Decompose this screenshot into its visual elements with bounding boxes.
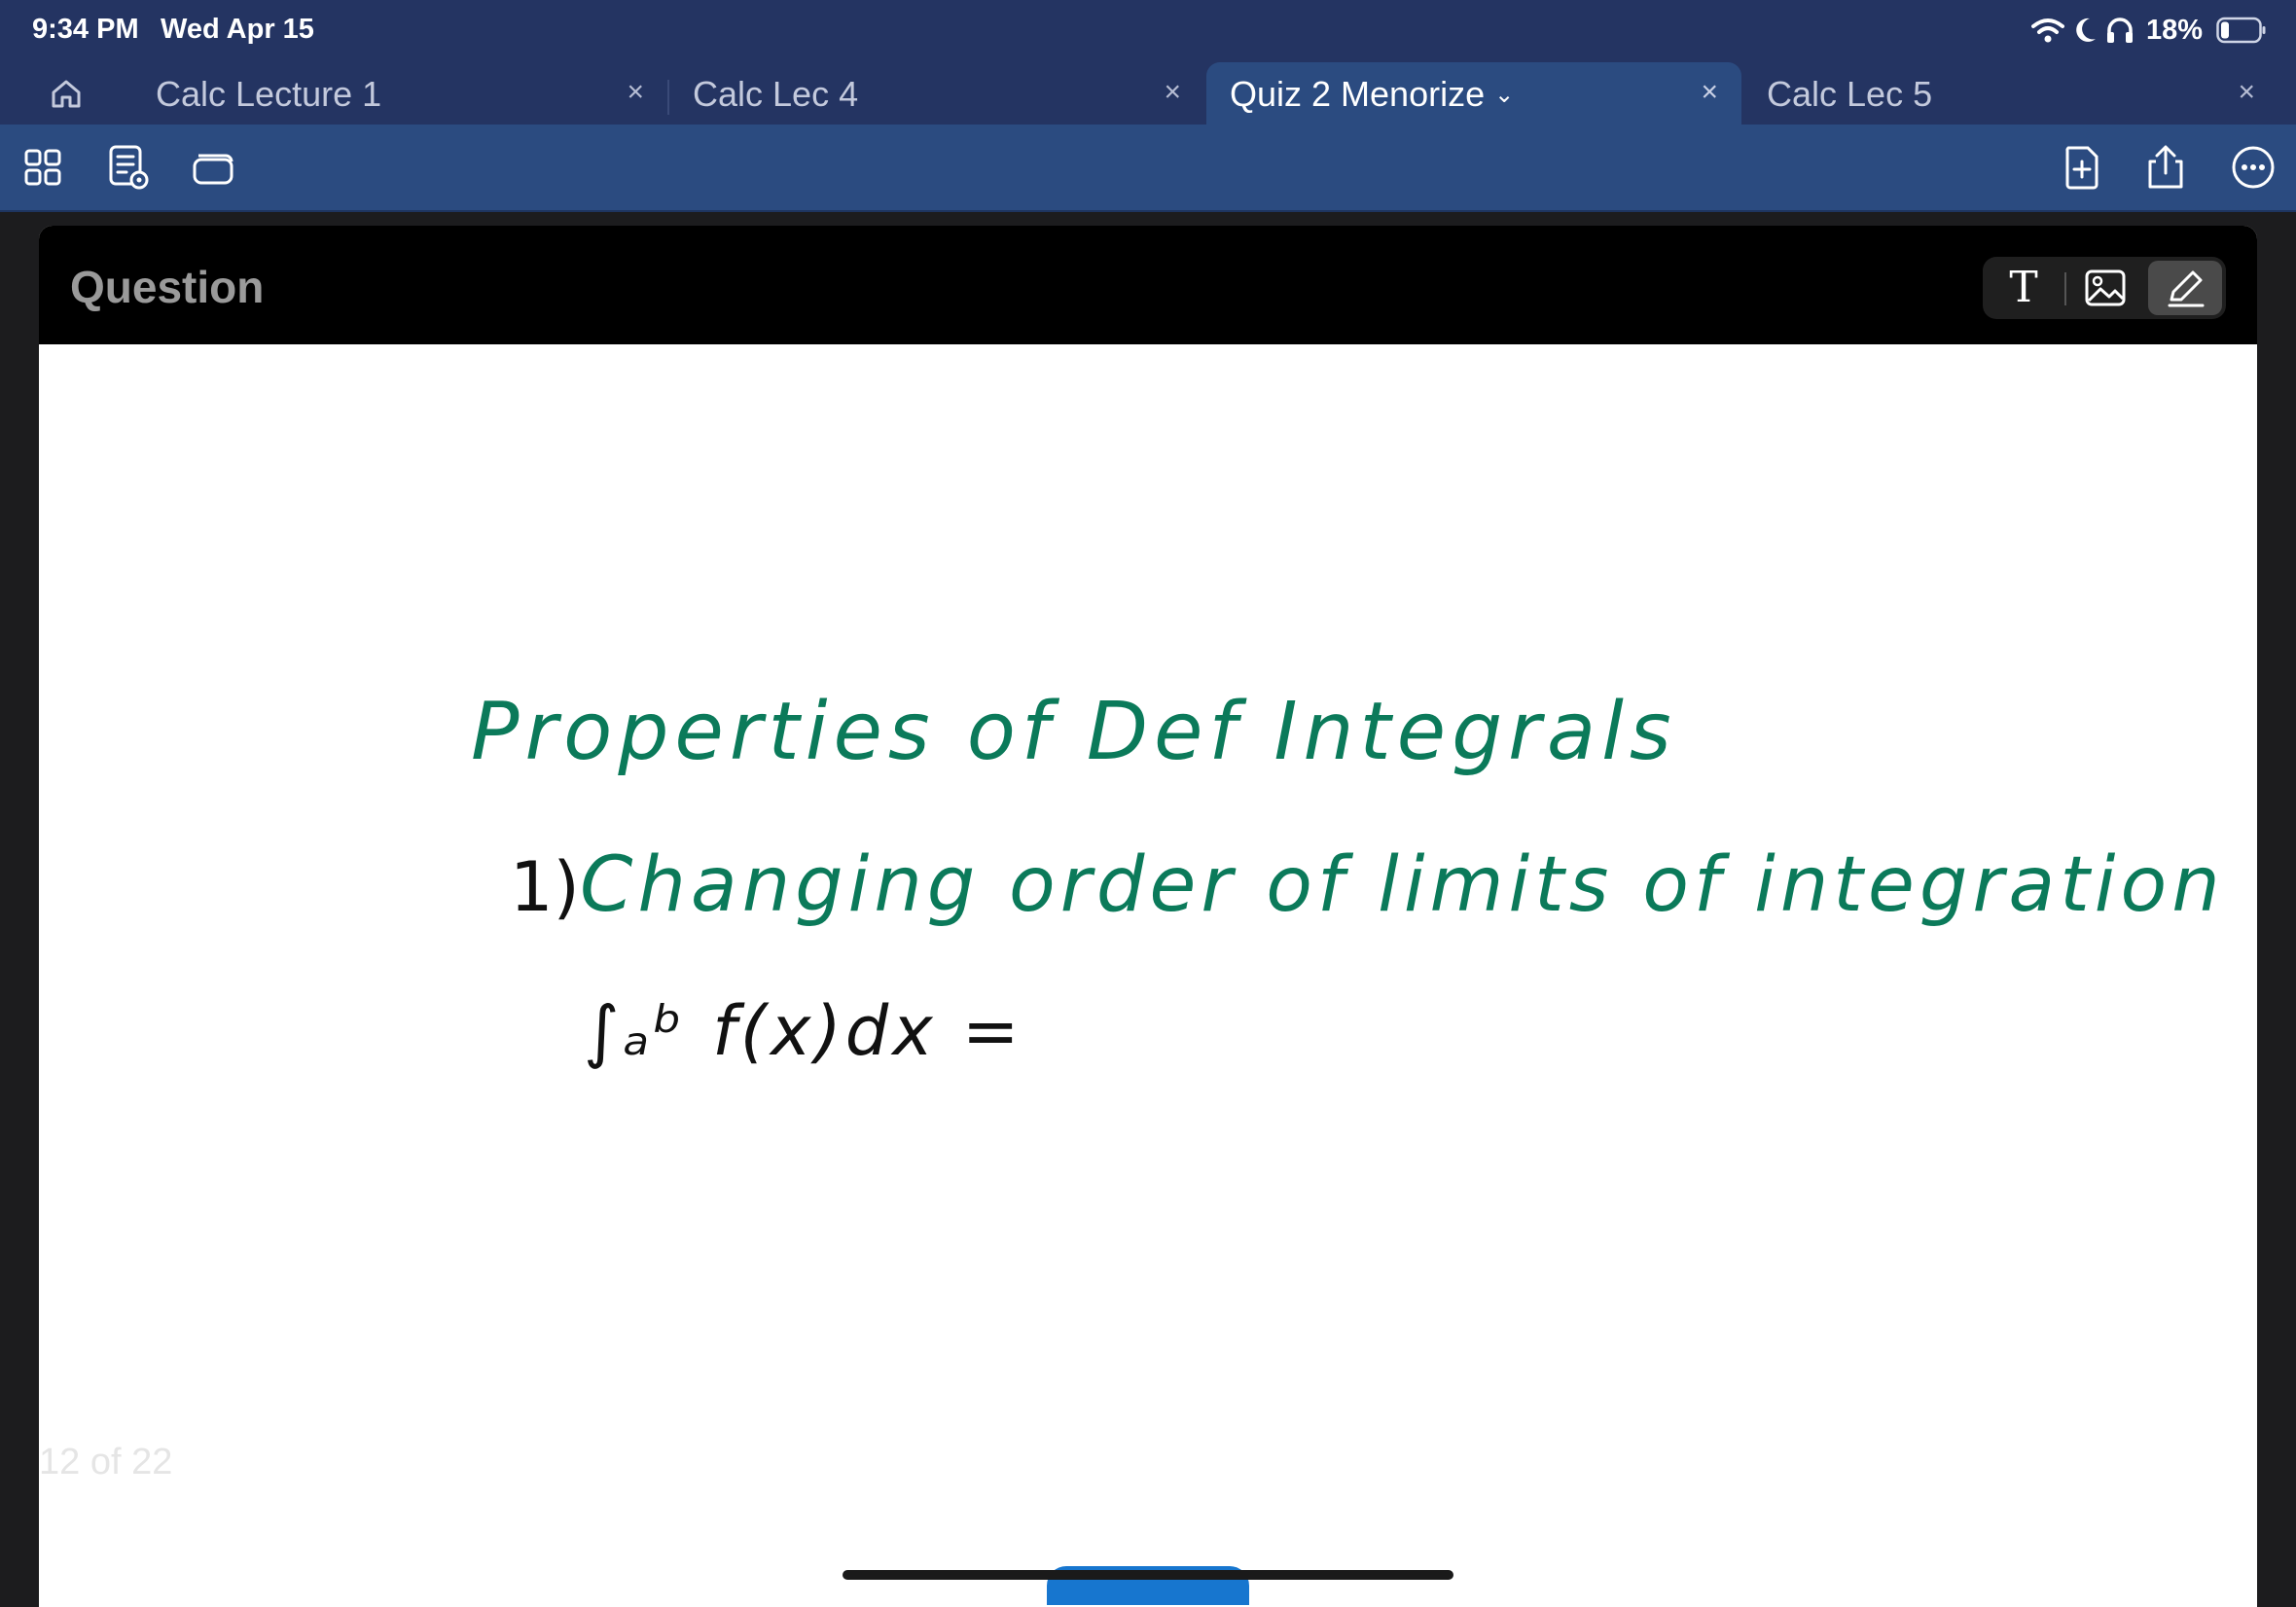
status-bar: 9:34 PM Wed Apr 15 18% (0, 0, 2296, 60)
note-view-button[interactable] (101, 140, 156, 195)
wifi-icon (2030, 17, 2064, 44)
tab-quiz-2-menorize[interactable]: Quiz 2 Menorize ⌄ × (1206, 62, 1741, 125)
tab-label: Quiz 2 Menorize ⌄ (1230, 74, 1514, 115)
close-icon[interactable]: × (627, 76, 644, 109)
tab-bar: Calc Lecture 1 × Calc Lec 4 × Quiz 2 Men… (0, 60, 2296, 125)
handwritten-item-text: Changing order of limits of integration (580, 841, 2225, 929)
status-date: Wed Apr 15 (161, 14, 314, 45)
handwriting-canvas: Properties of Def Integrals 1) Changing … (471, 686, 2225, 1071)
flashcard: Question T Properties of Def Integrals 1… (39, 226, 2257, 1607)
close-icon[interactable]: × (2238, 76, 2255, 109)
more-button[interactable] (2226, 140, 2280, 195)
headphones-icon (2105, 16, 2135, 45)
add-page-icon (2065, 146, 2099, 190)
tab-label: Calc Lecture 1 (156, 74, 382, 114)
handwritten-heading: Properties of Def Integrals (471, 686, 1677, 778)
home-button[interactable] (39, 70, 93, 117)
status-icons: 18% (2030, 10, 2267, 51)
handwritten-formula: ∫ₐᵇ f(x)dx = (584, 991, 1023, 1071)
tab-label: Calc Lec 5 (1767, 74, 1933, 114)
chevron-down-icon[interactable]: ⌄ (1494, 81, 1514, 109)
rounded-rect-icon (193, 154, 233, 185)
share-button[interactable] (2138, 140, 2193, 195)
status-time: 9:34 PM (32, 14, 139, 45)
tab-calc-lec-4[interactable]: Calc Lec 4 × (669, 62, 1204, 125)
add-page-button[interactable] (2055, 140, 2109, 195)
close-icon[interactable]: × (1701, 76, 1718, 109)
tab-label-text: Quiz 2 Menorize (1230, 74, 1486, 114)
grid-view-button[interactable] (16, 140, 70, 195)
share-icon (2148, 145, 2183, 189)
tab-calc-lec-5[interactable]: Calc Lec 5 × (1743, 62, 2278, 125)
document-toolbar (0, 125, 2296, 212)
grid-icon (24, 149, 61, 186)
layers-button[interactable] (187, 140, 241, 195)
handwritten-item-number: 1) (510, 847, 580, 927)
battery-icon (2216, 17, 2267, 44)
moon-icon (2072, 16, 2098, 45)
more-icon (2232, 146, 2275, 189)
tab-calc-lecture-1[interactable]: Calc Lecture 1 × (132, 62, 667, 125)
battery-percentage: 18% (2145, 14, 2203, 46)
note-view-icon (109, 145, 149, 190)
tab-label: Calc Lec 4 (693, 74, 859, 114)
page-counter: 12 of 22 (39, 1442, 173, 1482)
home-indicator[interactable] (843, 1570, 1453, 1580)
close-icon[interactable]: × (1164, 76, 1181, 109)
home-icon (52, 80, 81, 108)
